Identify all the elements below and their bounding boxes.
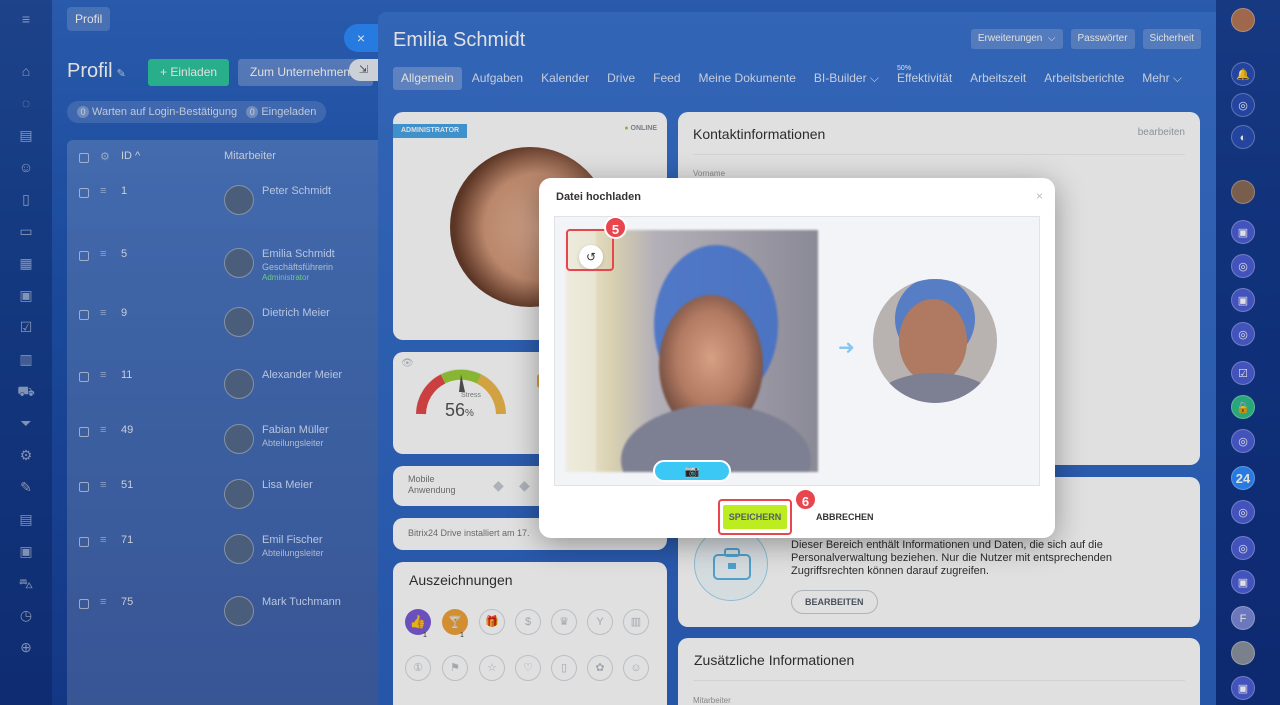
avatar-preview bbox=[873, 279, 997, 403]
arrow-right-icon: ➜ bbox=[838, 337, 855, 359]
save-button[interactable]: SPEICHERN bbox=[723, 505, 787, 529]
upload-dialog: Datei hochladen × ↺ 5 📷 ➜ SPEICHERN 6 AB… bbox=[539, 178, 1055, 538]
dialog-title: Datei hochladen bbox=[556, 191, 641, 203]
step-badge-5: 5 bbox=[604, 216, 627, 239]
preview-image bbox=[873, 279, 997, 403]
cancel-button[interactable]: ABBRECHEN bbox=[816, 505, 874, 529]
crop-area: ↺ 5 📷 ➜ bbox=[554, 216, 1040, 486]
step-badge-6: 6 bbox=[794, 488, 817, 511]
close-icon[interactable]: × bbox=[1036, 189, 1043, 203]
camera-button[interactable]: 📷 bbox=[653, 460, 731, 482]
